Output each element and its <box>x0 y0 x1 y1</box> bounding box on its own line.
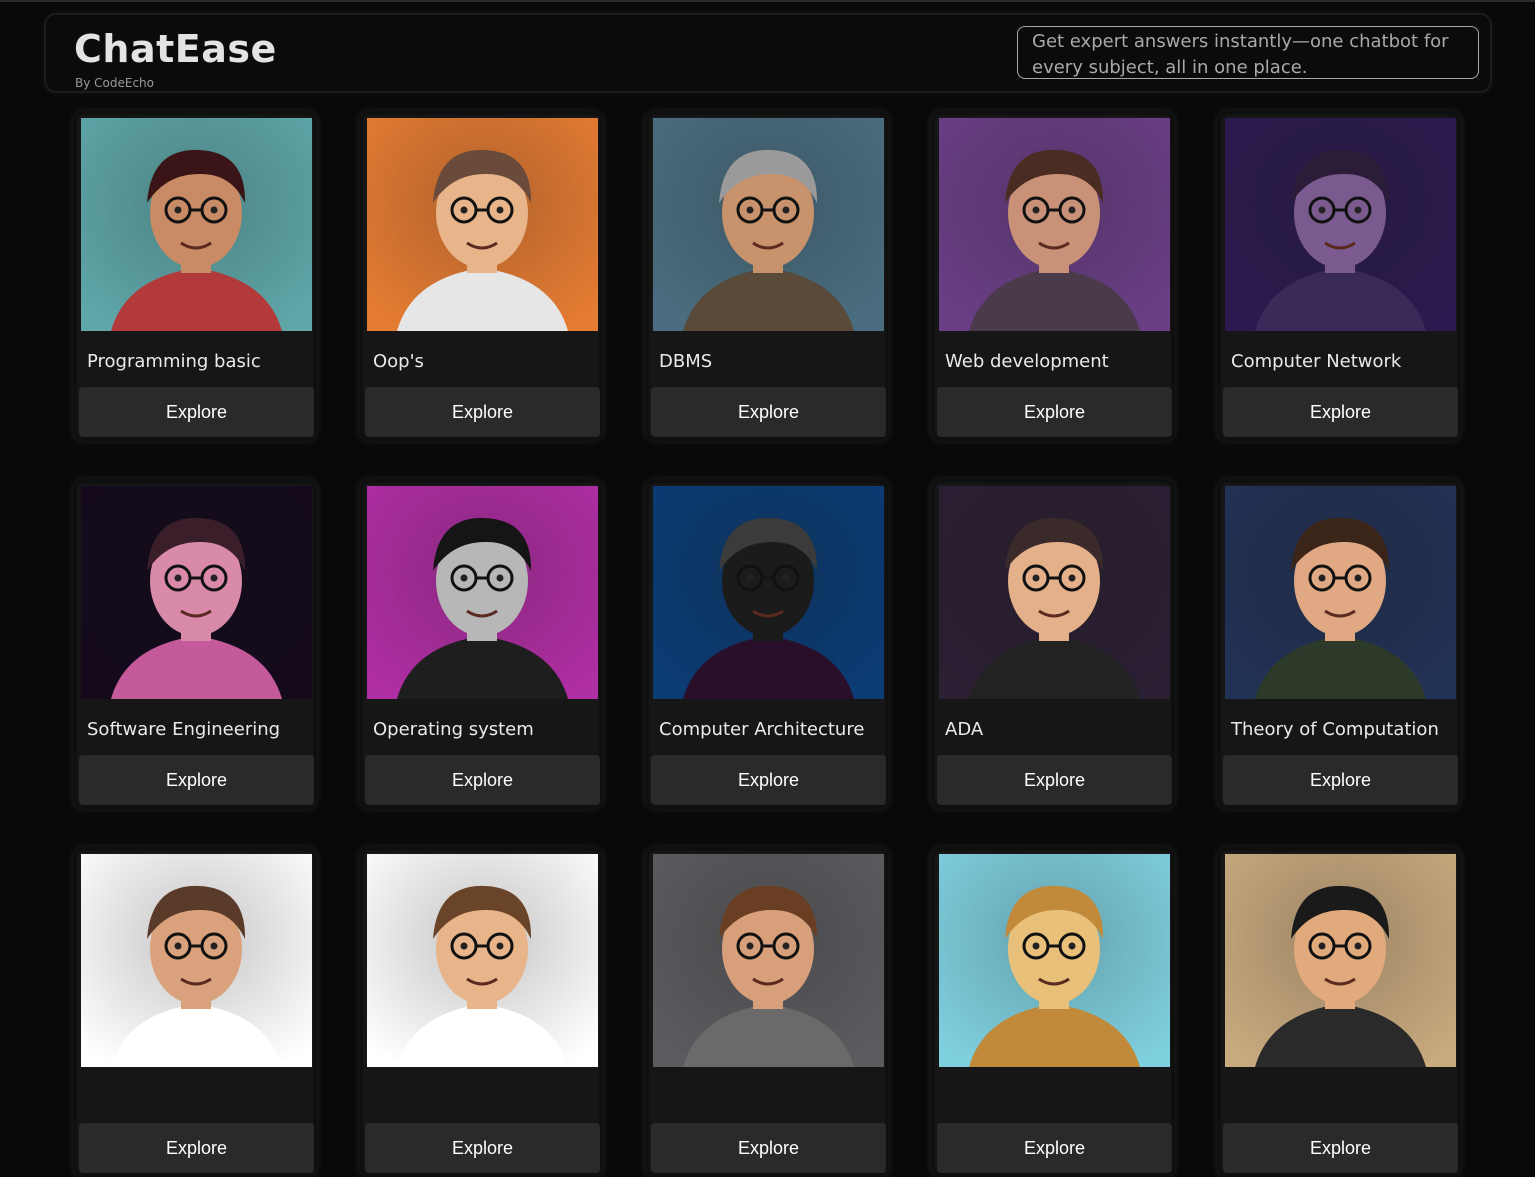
explore-button[interactable]: Explore <box>79 1123 314 1173</box>
subject-avatar-image <box>1225 854 1456 1067</box>
subject-avatar-image <box>653 118 884 331</box>
subject-avatar-image <box>367 118 598 331</box>
subject-card-computer-architecture: Computer Architecture Explore <box>645 479 889 809</box>
subject-title: Oop's <box>373 351 424 372</box>
subject-avatar-image <box>939 854 1170 1067</box>
subject-title: Web development <box>945 351 1109 372</box>
subject-card-operating-system: Operating system Explore <box>359 479 603 809</box>
subject-avatar-image <box>939 486 1170 699</box>
subject-card-theory-of-computation: Theory of Computation Explore <box>1217 479 1461 809</box>
subject-card-computer-network: Computer Network Explore <box>1217 111 1461 441</box>
explore-button[interactable]: Explore <box>651 1123 886 1173</box>
subject-avatar-image <box>1225 486 1456 699</box>
tagline-box: Get expert answers instantly—one chatbot… <box>1017 26 1479 79</box>
explore-button[interactable]: Explore <box>937 755 1172 805</box>
subject-avatar-image <box>653 854 884 1067</box>
subject-title: Computer Network <box>1231 351 1402 372</box>
subject-title: Theory of Computation <box>1231 719 1439 740</box>
explore-button[interactable]: Explore <box>365 1123 600 1173</box>
subject-avatar-image <box>367 854 598 1067</box>
site-header: ChatEase By CodeEcho Get expert answers … <box>44 13 1492 93</box>
explore-button[interactable]: Explore <box>1223 755 1458 805</box>
explore-button[interactable]: Explore <box>365 755 600 805</box>
subject-title: Computer Architecture <box>659 719 865 740</box>
subject-title: ADA <box>945 719 984 740</box>
subject-card-oop-s: Oop's Explore <box>359 111 603 441</box>
subject-title: Operating system <box>373 719 534 740</box>
subject-card-web-development: Web development Explore <box>931 111 1175 441</box>
subject-avatar-image <box>81 118 312 331</box>
brand-subtitle: By CodeEcho <box>75 76 154 90</box>
explore-button[interactable]: Explore <box>79 387 314 437</box>
subject-title: Programming basic <box>87 351 261 372</box>
subject-card-programming-basic: Programming basic Explore <box>73 111 317 441</box>
subject-card-dbms: DBMS Explore <box>645 111 889 441</box>
subject-avatar-image <box>367 486 598 699</box>
subject-card-ada: ADA Explore <box>931 479 1175 809</box>
subject-title: DBMS <box>659 351 713 372</box>
explore-button[interactable]: Explore <box>651 387 886 437</box>
explore-button[interactable]: Explore <box>937 387 1172 437</box>
explore-button[interactable]: Explore <box>1223 1123 1458 1173</box>
subject-avatar-image <box>939 118 1170 331</box>
subject-card-item-13: Explore <box>645 847 889 1177</box>
explore-button[interactable]: Explore <box>365 387 600 437</box>
subject-avatar-image <box>1225 118 1456 331</box>
explore-button[interactable]: Explore <box>651 755 886 805</box>
top-border <box>0 0 1535 2</box>
explore-button[interactable]: Explore <box>937 1123 1172 1173</box>
subject-avatar-image <box>81 486 312 699</box>
subject-card-item-14: Explore <box>931 847 1175 1177</box>
subject-card-item-15: Explore <box>1217 847 1461 1177</box>
explore-button[interactable]: Explore <box>1223 387 1458 437</box>
subject-card-item-12: Explore <box>359 847 603 1177</box>
subject-card-item-11: Explore <box>73 847 317 1177</box>
explore-button[interactable]: Explore <box>79 755 314 805</box>
subject-title: Software Engineering <box>87 719 281 740</box>
subject-avatar-image <box>653 486 884 699</box>
brand-title: ChatEase <box>74 27 277 71</box>
subject-card-software-engineering: Software Engineering Explore <box>73 479 317 809</box>
subject-avatar-image <box>81 854 312 1067</box>
